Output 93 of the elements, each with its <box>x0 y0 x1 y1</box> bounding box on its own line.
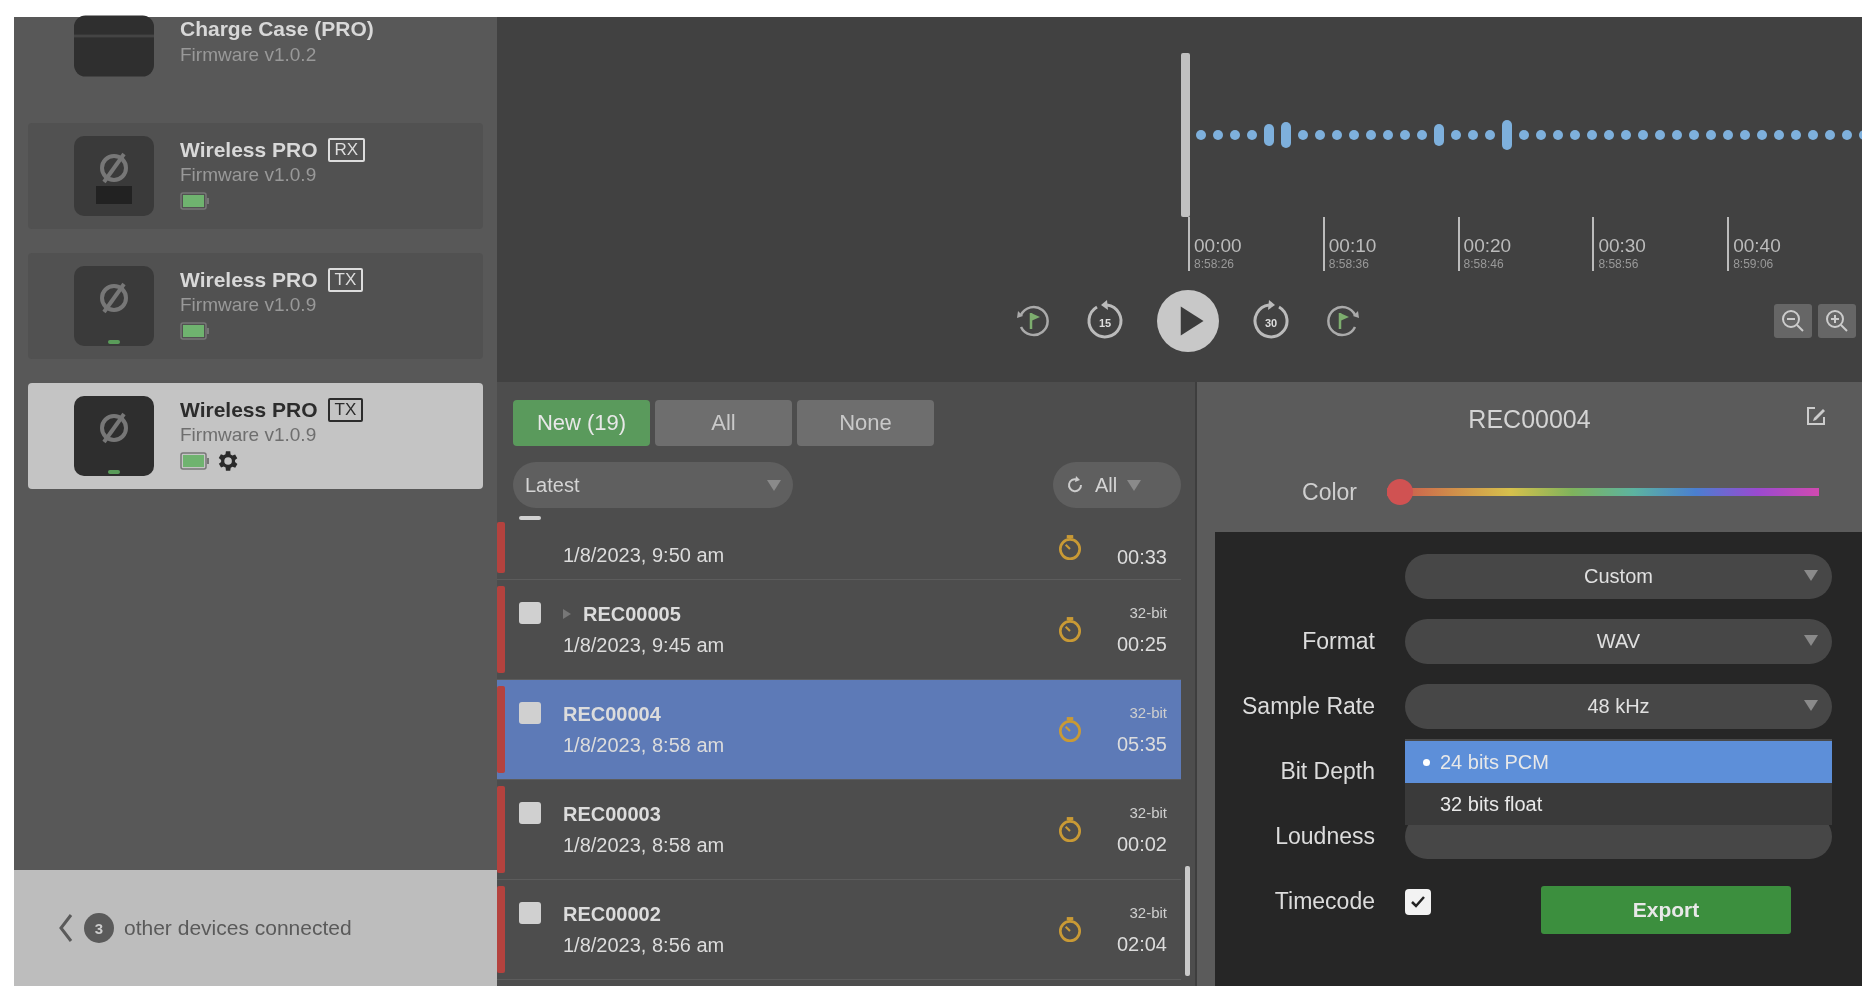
setting-label: Loudness <box>1274 823 1376 850</box>
timeline-clock: 8:58:36 <box>1328 257 1370 271</box>
device-count-badge: 3 <box>84 913 114 943</box>
firmware-version: Firmware v1.0.9 <box>180 164 318 186</box>
edit-icon[interactable] <box>1804 404 1828 428</box>
stopwatch-icon <box>1057 815 1083 844</box>
setting-label: Timecode <box>1273 888 1376 915</box>
setting-dropdown[interactable]: WAV <box>1405 619 1832 664</box>
recording-duration: 05:35 <box>1116 732 1167 756</box>
timeline-time: 00:40 <box>1733 235 1782 257</box>
filter-tab[interactable]: All <box>655 400 792 446</box>
timeline-time: 00:00 <box>1194 235 1243 257</box>
device-card[interactable]: Charge Case (PRO) Firmware v1.0.2 <box>28 17 483 99</box>
preset-dropdown[interactable]: Custom <box>1405 554 1832 599</box>
recording-date: 1/8/2023, 8:56 am <box>563 933 726 957</box>
setting-label: Format <box>1301 628 1376 655</box>
color-label: Color <box>1301 478 1358 506</box>
firmware-version: Firmware v1.0.9 <box>180 294 318 316</box>
dropdown-option[interactable]: 32 bits float <box>1405 783 1832 825</box>
setting-label: Sample Rate <box>1241 693 1376 720</box>
battery-icon <box>180 192 210 210</box>
row-checkbox[interactable] <box>519 802 541 824</box>
stopwatch-icon <box>1057 533 1083 562</box>
transmitter-device-icon <box>74 396 154 476</box>
device-tag: TX <box>327 268 364 292</box>
recording-date: 1/8/2023, 8:58 am <box>563 733 726 757</box>
device-name: Charge Case (PRO) <box>180 17 374 41</box>
scrollbar[interactable] <box>1185 866 1190 976</box>
stopwatch-icon <box>1057 715 1083 744</box>
device-name: Wireless PRO <box>180 398 318 422</box>
sync-icon <box>1065 475 1085 495</box>
bit-depth-label: 32-bit <box>1129 603 1167 621</box>
stopwatch-icon <box>1057 915 1083 944</box>
receiver-device-icon <box>74 136 154 216</box>
recording-duration: 00:25 <box>1116 632 1167 656</box>
play-button[interactable] <box>1157 290 1219 352</box>
recording-name: REC00005 <box>583 602 681 626</box>
export-button[interactable]: Export <box>1541 885 1791 934</box>
timeline-time: 00:20 <box>1463 235 1513 257</box>
recording-duration: 02:04 <box>1116 932 1167 956</box>
transmitter-device-icon <box>74 266 154 346</box>
recording-title: REC00004 <box>1468 404 1591 434</box>
row-checkbox[interactable] <box>519 902 541 924</box>
recording-row[interactable]: REC00003 1/8/2023, 8:58 am 32-bit 00:02 <box>497 780 1181 880</box>
device-name: Wireless PRO <box>180 138 318 162</box>
setting-label: Bit Depth <box>1279 758 1376 785</box>
recording-date: 1/8/2023, 9:45 am <box>563 633 726 657</box>
timeline-clock: 8:58:56 <box>1598 257 1640 271</box>
recording-name: REC00004 <box>563 702 661 726</box>
stopwatch-icon <box>1057 615 1083 644</box>
battery-icon <box>180 322 210 340</box>
timeline-clock: 8:58:46 <box>1463 257 1505 271</box>
recording-date: 1/8/2023, 8:58 am <box>563 833 726 857</box>
device-tag: RX <box>327 138 366 162</box>
timecode-checkbox[interactable] <box>1405 888 1431 915</box>
recording-name: REC00003 <box>563 802 661 826</box>
recording-row[interactable]: 1/8/2023, 9:50 am 00:33 <box>497 516 1181 580</box>
device-card[interactable]: Wireless PRO TX Firmware v1.0.9 <box>28 253 483 359</box>
firmware-version: Firmware v1.0.2 <box>180 43 318 67</box>
recording-date: 1/8/2023, 9:50 am <box>563 544 726 567</box>
row-checkbox[interactable] <box>519 702 541 724</box>
device-name: Wireless PRO <box>180 268 318 292</box>
row-checkbox[interactable] <box>519 516 541 520</box>
row-checkbox[interactable] <box>519 602 541 624</box>
recording-name: REC00002 <box>563 902 661 926</box>
device-tag: TX <box>327 398 364 422</box>
slider-thumb[interactable] <box>1387 479 1413 505</box>
timeline-clock: 8:59:06 <box>1733 257 1775 271</box>
skip-forward-button[interactable]: 30 <box>1249 299 1293 343</box>
firmware-version: Firmware v1.0.9 <box>180 424 318 446</box>
filter-tab[interactable]: None <box>797 400 934 446</box>
timeline-clock: 8:58:26 <box>1194 257 1236 271</box>
sort-dropdown[interactable]: Latest <box>513 462 793 508</box>
bit-depth-label: 32-bit <box>1129 703 1167 721</box>
timeline-time: 00:10 <box>1328 235 1378 257</box>
expand-triangle-icon[interactable] <box>563 609 571 619</box>
bit-depth-label: 32-bit <box>1129 903 1167 921</box>
recording-row[interactable]: REC00002 1/8/2023, 8:56 am 32-bit 02:04 <box>497 880 1181 980</box>
battery-icon <box>180 452 210 470</box>
recording-duration: 00:02 <box>1116 832 1167 856</box>
type-filter-dropdown[interactable]: All <box>1053 462 1181 508</box>
zoom-out-icon[interactable] <box>1774 304 1812 338</box>
zoom-in-icon[interactable] <box>1818 304 1856 338</box>
connected-devices-text[interactable]: other devices connected <box>124 916 352 940</box>
recording-row[interactable]: REC00004 1/8/2023, 8:58 am 32-bit 05:35 <box>497 680 1181 780</box>
recording-duration: 00:33 <box>1116 546 1167 569</box>
device-card[interactable]: Wireless PRO TX Firmware v1.0.9 <box>28 383 483 489</box>
back-chevron-icon[interactable] <box>58 913 74 943</box>
skip-back-button[interactable]: 15 <box>1083 299 1127 343</box>
bit-depth-label: 32-bit <box>1129 803 1167 821</box>
timeline-time: 00:30 <box>1598 235 1647 257</box>
setting-dropdown[interactable]: 48 kHz <box>1405 684 1832 729</box>
device-card[interactable]: Wireless PRO RX Firmware v1.0.9 <box>28 123 483 229</box>
